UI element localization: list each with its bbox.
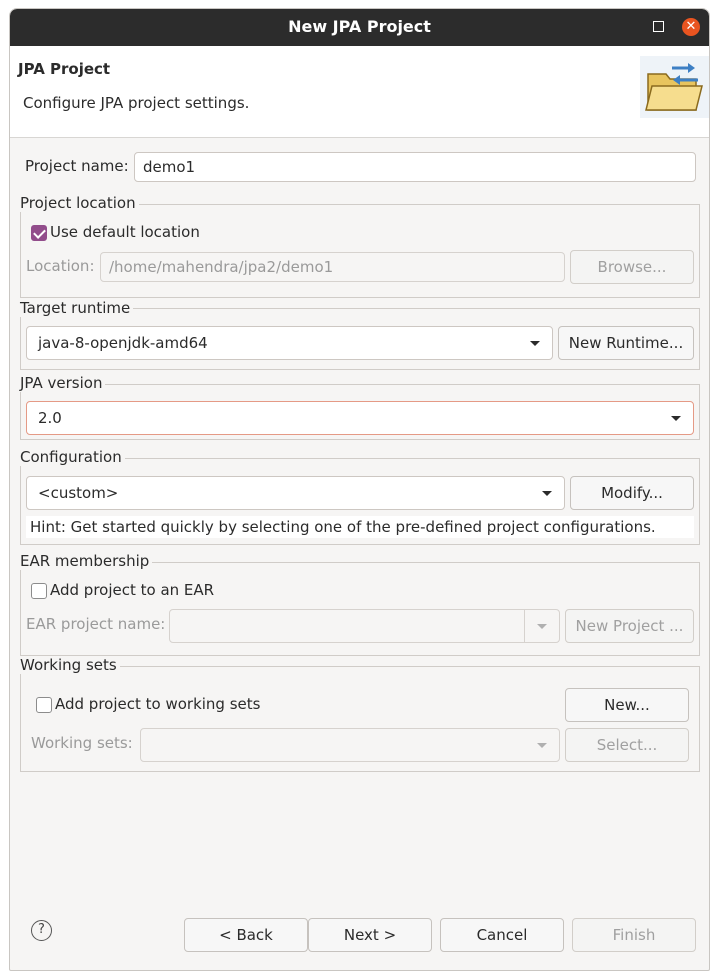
project-name-input[interactable]: demo1 <box>134 152 696 182</box>
target-runtime-select[interactable]: java-8-openjdk-amd64 <box>26 326 553 360</box>
title-bar: New JPA Project ✕ <box>10 9 709 46</box>
new-runtime-button[interactable]: New Runtime... <box>558 326 694 360</box>
working-sets-legend: Working sets <box>20 656 120 674</box>
page-description: Configure JPA project settings. <box>23 94 250 112</box>
chevron-down-icon <box>537 743 547 748</box>
cancel-button[interactable]: Cancel <box>440 918 564 952</box>
chevron-down-icon <box>530 341 540 346</box>
location-input[interactable]: /home/mahendra/jpa2/demo1 <box>100 252 565 282</box>
jpa-version-legend: JPA version <box>20 374 106 392</box>
add-to-working-sets-checkbox[interactable] <box>36 697 52 713</box>
configuration-value: <custom> <box>38 484 119 502</box>
location-label: Location: <box>26 257 95 275</box>
chevron-down-icon <box>537 624 547 629</box>
new-project-button[interactable]: New Project ... <box>565 609 694 643</box>
add-to-ear-checkbox[interactable] <box>31 583 47 599</box>
modify-button[interactable]: Modify... <box>570 476 694 510</box>
maximize-icon[interactable] <box>653 21 664 32</box>
configuration-select[interactable]: <custom> <box>26 476 565 510</box>
jpa-version-value: 2.0 <box>38 409 62 427</box>
new-working-set-button[interactable]: New... <box>565 688 689 722</box>
working-sets-label: Working sets: <box>31 734 133 752</box>
ear-project-name-select[interactable] <box>169 609 560 643</box>
target-runtime-legend: Target runtime <box>20 299 134 317</box>
working-sets-select[interactable] <box>140 728 560 762</box>
configuration-legend: Configuration <box>20 448 125 466</box>
jpa-version-select[interactable]: 2.0 <box>26 401 694 435</box>
select-working-sets-button[interactable]: Select... <box>565 728 689 762</box>
use-default-location-checkbox[interactable] <box>31 225 47 241</box>
folder-arrows-icon <box>640 56 709 118</box>
project-location-legend: Project location <box>20 194 139 212</box>
chevron-down-icon <box>542 491 552 496</box>
add-to-working-sets-label: Add project to working sets <box>55 695 261 713</box>
combo-separator <box>524 610 525 642</box>
configuration-hint: Hint: Get started quickly by selecting o… <box>26 516 694 538</box>
browse-button[interactable]: Browse... <box>570 250 694 284</box>
page-heading: JPA Project <box>18 60 111 78</box>
close-icon[interactable]: ✕ <box>682 18 700 36</box>
ear-project-name-label: EAR project name: <box>26 615 166 633</box>
next-button[interactable]: Next > <box>308 918 432 952</box>
chevron-down-icon <box>671 416 681 421</box>
finish-button[interactable]: Finish <box>572 918 696 952</box>
back-button[interactable]: < Back <box>184 918 308 952</box>
window-title: New JPA Project <box>288 17 431 36</box>
ear-membership-legend: EAR membership <box>20 552 153 570</box>
wizard-banner: JPA Project Configure JPA project settin… <box>10 46 709 138</box>
use-default-location-label: Use default location <box>50 223 200 241</box>
target-runtime-value: java-8-openjdk-amd64 <box>38 334 208 352</box>
new-jpa-project-dialog: New JPA Project ✕ JPA Project Configure … <box>9 8 710 971</box>
add-to-ear-label: Add project to an EAR <box>50 581 215 599</box>
project-name-label: Project name: <box>25 157 129 175</box>
help-icon[interactable]: ? <box>31 920 52 941</box>
